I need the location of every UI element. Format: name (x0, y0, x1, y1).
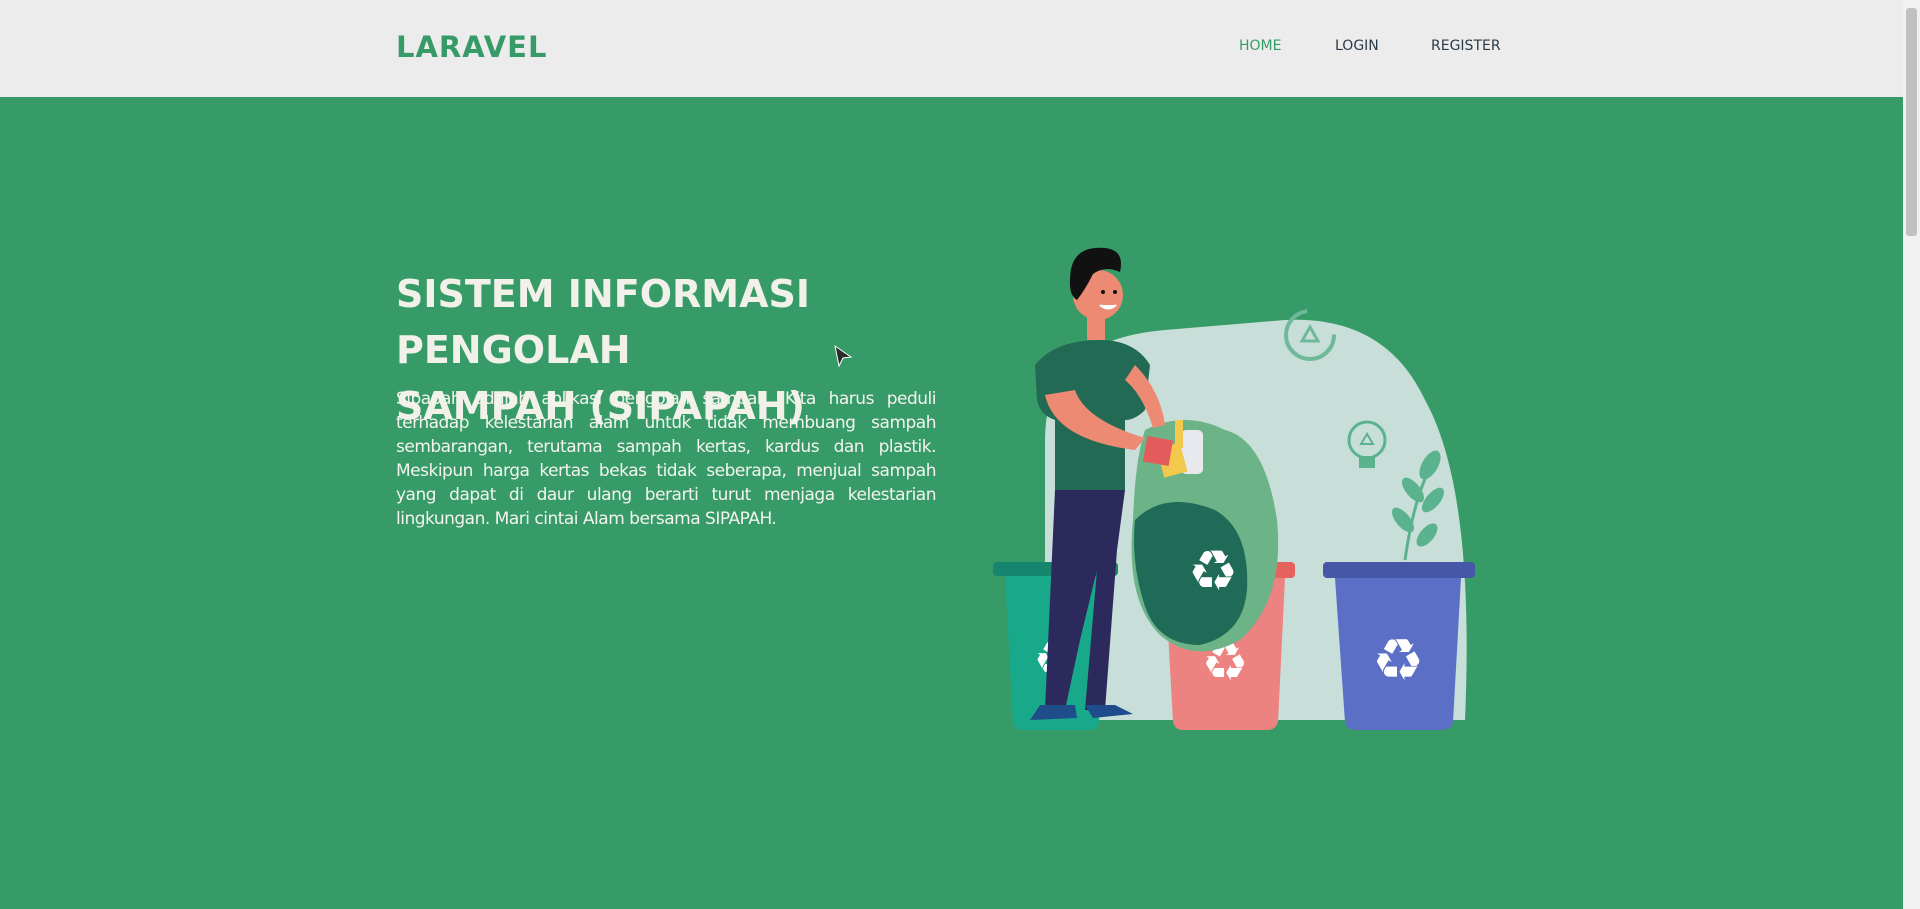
hero-description: Sipapah adalah aplikasi pengolah sampah.… (396, 389, 937, 529)
scrollbar-thumb[interactable] (1906, 8, 1917, 236)
svg-text:♻: ♻ (1372, 626, 1424, 694)
mouse-cursor-icon (834, 345, 853, 368)
recycling-illustration: ♻ ♻ ♻ ♻ (993, 247, 1475, 730)
blue-bin: ♻ (1323, 562, 1475, 730)
hero-title-line-1: SISTEM INFORMASI PENGOLAH (396, 272, 810, 372)
top-navbar: LARAVEL HOME LOGIN REGISTER (0, 0, 1903, 97)
nav-home-link[interactable]: HOME (1239, 38, 1281, 54)
nav-register-link[interactable]: REGISTER (1431, 38, 1501, 54)
page-scrollbar[interactable] (1903, 0, 1920, 909)
hero-section (0, 97, 1903, 909)
svg-text:♻: ♻ (1188, 539, 1238, 604)
garbage-bag: ♻ (1131, 420, 1279, 652)
nav-login-link[interactable]: LOGIN (1335, 38, 1379, 54)
brand-logo[interactable]: LARAVEL (396, 30, 547, 64)
